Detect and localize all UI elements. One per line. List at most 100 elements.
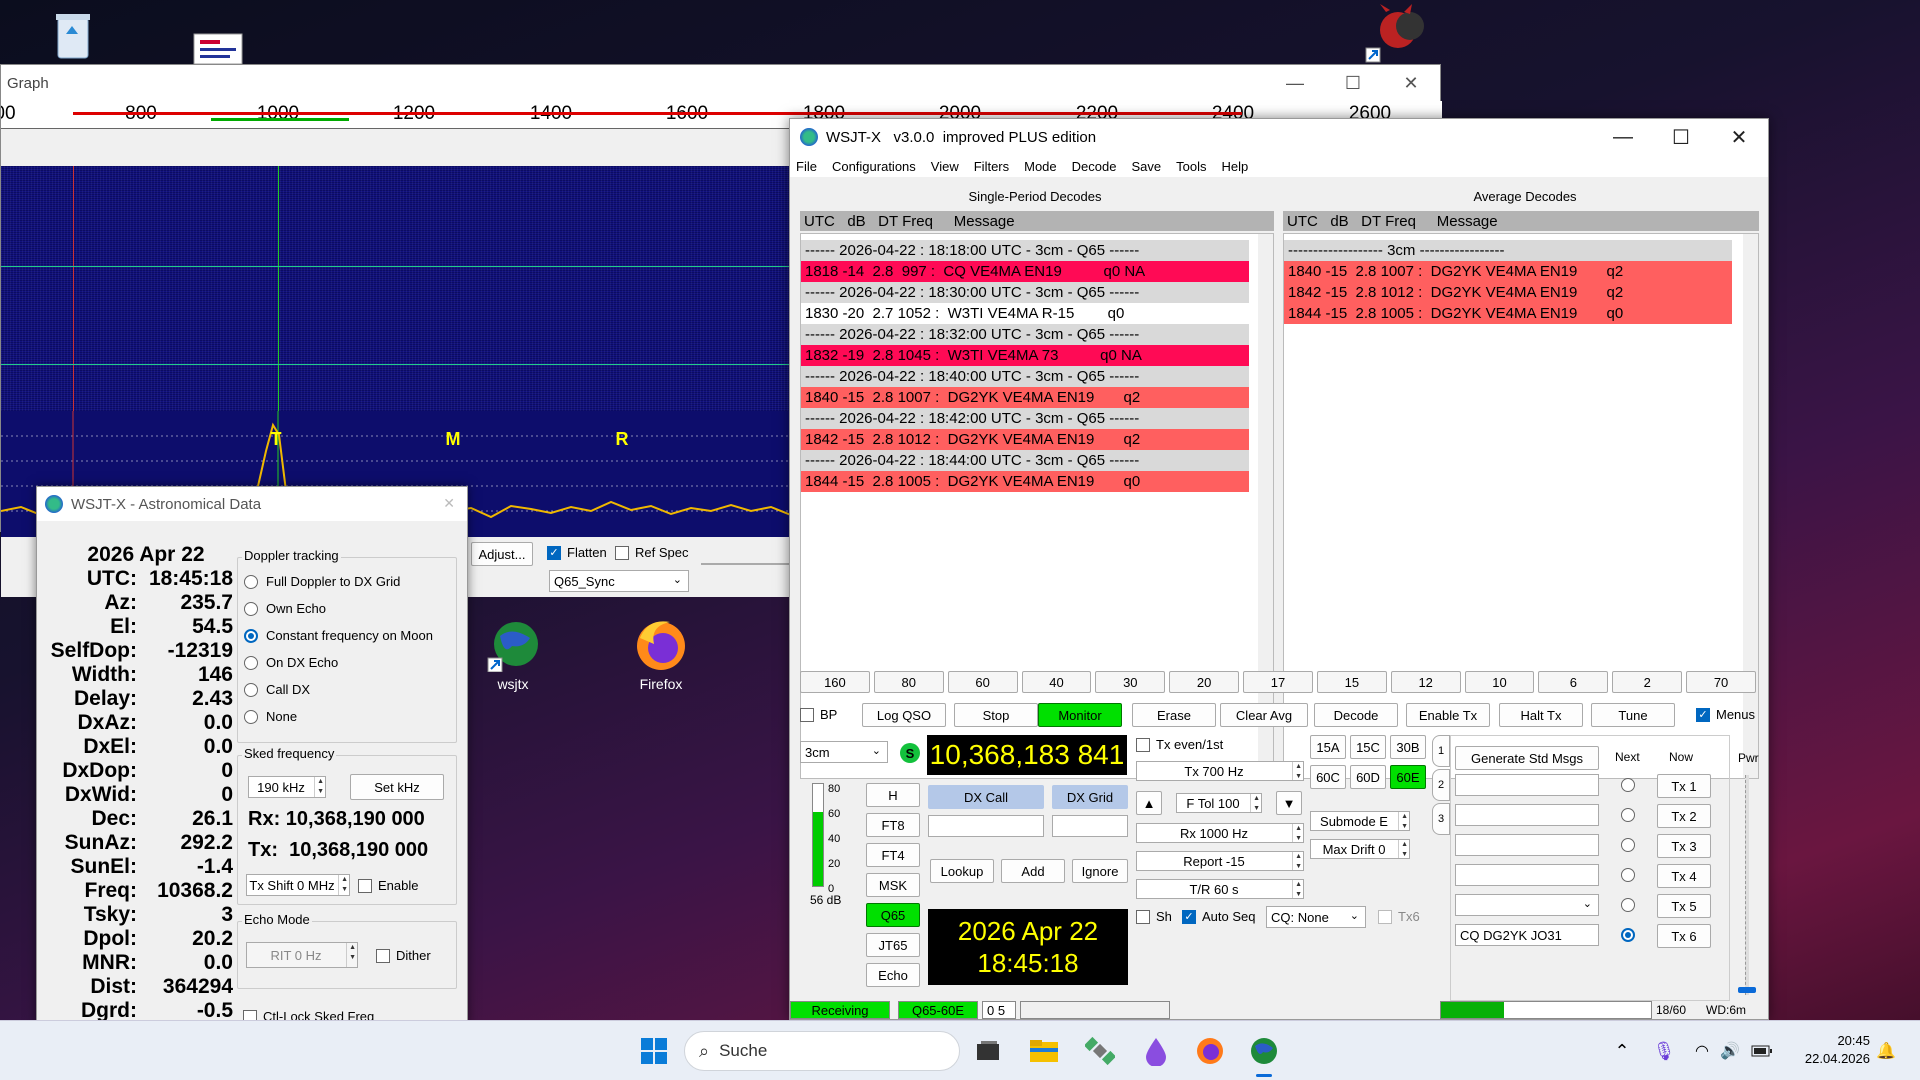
submode-button-30b[interactable]: 30B — [1390, 735, 1426, 759]
decode-line[interactable]: 1832 -19 2.8 1045 : W3TI VE4MA 73 q0 NA — [801, 345, 1249, 366]
drop-app-icon[interactable] — [1140, 1035, 1172, 1067]
ftol-spinbox[interactable]: F Tol 100 — [1176, 793, 1262, 813]
tx-tab-2[interactable]: 2 — [1432, 769, 1450, 801]
average-decode-line[interactable]: 1840 -15 2.8 1007 : DG2YK VE4MA EN19 q2 — [1284, 261, 1732, 282]
decode-line[interactable]: ------ 2026-04-22 : 18:42:00 UTC - 3cm -… — [801, 408, 1249, 429]
decode-line[interactable]: 1842 -15 2.8 1012 : DG2YK VE4MA EN19 q2 — [801, 429, 1249, 450]
auto-seq-checkbox[interactable]: ✓ Auto Seq — [1182, 909, 1256, 924]
menu-item-tools[interactable]: Tools — [1176, 159, 1206, 174]
mode-button-jt65[interactable]: JT65 — [866, 933, 920, 957]
decode-line[interactable]: 1844 -15 2.8 1005 : DG2YK VE4MA EN19 q0 — [801, 471, 1249, 492]
tx6-checkbox[interactable]: Tx6 — [1378, 909, 1420, 924]
tune-button[interactable]: Tune — [1591, 703, 1675, 727]
minimize-icon[interactable]: — — [1594, 119, 1652, 155]
band-button-80[interactable]: 80 — [873, 671, 944, 693]
next-radio-tx5[interactable] — [1621, 898, 1635, 912]
band-button-6[interactable]: 6 — [1538, 671, 1609, 693]
mode-button-q65[interactable]: Q65 — [866, 903, 920, 927]
chevron-up-icon[interactable]: ⌃ — [1606, 1035, 1638, 1067]
max-drift-spinbox[interactable]: Max Drift 0 — [1310, 839, 1410, 859]
search-box[interactable]: ⌕ Suche — [684, 1031, 960, 1071]
monitor-button[interactable]: Monitor — [1038, 703, 1122, 727]
next-radio-tx2[interactable] — [1621, 808, 1635, 822]
decode-line[interactable]: 1818 -14 2.8 997 : CQ VE4MA EN19 q0 NA — [801, 261, 1249, 282]
tx4-button[interactable]: Tx 4 — [1657, 864, 1711, 888]
tx-freq-spinbox[interactable]: Tx 700 Hz — [1136, 761, 1304, 781]
refspec-checkbox[interactable]: Ref Spec — [615, 545, 688, 560]
doppler-option[interactable]: None — [244, 709, 297, 724]
windows-start-icon[interactable] — [638, 1035, 670, 1067]
decode-line[interactable]: ------ 2026-04-22 : 18:30:00 UTC - 3cm -… — [801, 282, 1249, 303]
wsjtx-taskbar-icon[interactable] — [1248, 1035, 1280, 1067]
slider-track[interactable] — [701, 563, 797, 565]
tx5-message-select[interactable]: ⌄ — [1455, 894, 1599, 916]
average-decode-line[interactable]: ------------------- 3cm ----------------… — [1284, 240, 1732, 261]
doppler-option[interactable]: Own Echo — [244, 601, 326, 616]
flatten-checkbox[interactable]: ✓ Flatten — [547, 545, 607, 560]
maximize-icon[interactable]: ☐ — [1652, 119, 1710, 155]
notification-bell-icon[interactable]: 🔔 — [1870, 1035, 1902, 1067]
band-button-160[interactable]: 160 — [800, 671, 870, 693]
enable-tx-button[interactable]: Enable Tx — [1406, 703, 1490, 727]
decode-line[interactable]: 1840 -15 2.8 1007 : DG2YK VE4MA EN19 q2 — [801, 387, 1249, 408]
tx4-message-input[interactable] — [1455, 864, 1599, 886]
average-decode-line[interactable]: 1844 -15 2.8 1005 : DG2YK VE4MA EN19 q0 — [1284, 303, 1732, 324]
adjust-button[interactable]: Adjust... — [471, 542, 533, 566]
next-radio-tx1[interactable] — [1621, 778, 1635, 792]
bp-checkbox[interactable]: BP — [800, 707, 837, 722]
rx-freq-spinbox[interactable]: Rx 1000 Hz — [1136, 823, 1304, 843]
speaker-icon[interactable]: 🔊 — [1714, 1035, 1746, 1067]
pwr-slider[interactable] — [1738, 775, 1756, 995]
set-khz-button[interactable]: Set kHz — [350, 774, 444, 800]
tx1-message-input[interactable] — [1455, 774, 1599, 796]
maximize-icon[interactable]: ☐ — [1324, 65, 1382, 101]
menus-checkbox[interactable]: ✓ Menus — [1696, 707, 1755, 722]
menu-item-view[interactable]: View — [931, 159, 959, 174]
recycle-bin-icon[interactable] — [48, 8, 98, 62]
astro-titlebar[interactable]: WSJT-X - Astronomical Data ✕ — [37, 487, 467, 521]
devil-app-icon[interactable] — [1364, 4, 1426, 64]
tx-even-checkbox[interactable]: Tx even/1st — [1136, 737, 1223, 752]
menu-item-save[interactable]: Save — [1131, 159, 1161, 174]
clear-avg-button[interactable]: Clear Avg — [1220, 703, 1308, 727]
wide-graph-titlebar[interactable]: Graph — [1, 65, 1440, 101]
menu-item-mode[interactable]: Mode — [1024, 159, 1057, 174]
log-qso-button[interactable]: Log QSO — [862, 703, 946, 727]
band-button-40[interactable]: 40 — [1021, 671, 1092, 693]
dither-checkbox[interactable]: Dither — [376, 948, 431, 963]
band-button-20[interactable]: 20 — [1169, 671, 1240, 693]
close-icon[interactable]: ✕ — [1710, 119, 1768, 155]
band-button-70[interactable]: 70 — [1686, 671, 1756, 693]
band-button-2[interactable]: 2 — [1612, 671, 1683, 693]
decode-line[interactable]: ------ 2026-04-22 : 18:32:00 UTC - 3cm -… — [801, 324, 1249, 345]
decode-line[interactable]: ------ 2026-04-22 : 18:44:00 UTC - 3cm -… — [801, 450, 1249, 471]
scrollbar[interactable] — [1743, 234, 1758, 778]
doppler-option[interactable]: Call DX — [244, 682, 310, 697]
doppler-option[interactable]: On DX Echo — [244, 655, 338, 670]
tx2-message-input[interactable] — [1455, 804, 1599, 826]
file-explorer-icon[interactable] — [1028, 1035, 1060, 1067]
tx-tab-3[interactable]: 3 — [1432, 803, 1450, 835]
mode-button-h[interactable]: H — [866, 783, 920, 807]
submode-button-60c[interactable]: 60C — [1310, 765, 1346, 789]
single-decodes-list[interactable]: ------ 2026-04-22 : 18:18:00 UTC - 3cm -… — [800, 233, 1274, 779]
next-radio-tx4[interactable] — [1621, 868, 1635, 882]
erase-button[interactable]: Erase — [1132, 703, 1216, 727]
mode-select[interactable]: Q65_Sync ⌄ — [549, 570, 689, 592]
satellite-app-icon[interactable] — [1084, 1035, 1116, 1067]
average-decode-line[interactable]: 1842 -15 2.8 1012 : DG2YK VE4MA EN19 q2 — [1284, 282, 1732, 303]
average-decodes-list[interactable]: ------------------- 3cm ----------------… — [1283, 233, 1759, 779]
pwr-slider-handle[interactable] — [1738, 987, 1756, 993]
menu-item-decode[interactable]: Decode — [1072, 159, 1117, 174]
minimize-icon[interactable]: — — [1266, 65, 1324, 101]
enable-checkbox[interactable]: Enable — [358, 878, 418, 893]
arrow-down-button[interactable]: ▼ — [1276, 791, 1302, 815]
band-button-15[interactable]: 15 — [1316, 671, 1387, 693]
firefox-desktop-icon[interactable]: Firefox — [616, 618, 706, 692]
submode-button-15c[interactable]: 15C — [1350, 735, 1386, 759]
halt-tx-button[interactable]: Halt Tx — [1499, 703, 1583, 727]
tx-tab-1[interactable]: 1 — [1432, 735, 1450, 767]
mode-button-ft8[interactable]: FT8 — [866, 813, 920, 837]
band-button-12[interactable]: 12 — [1390, 671, 1461, 693]
task-view-icon[interactable] — [972, 1035, 1004, 1067]
